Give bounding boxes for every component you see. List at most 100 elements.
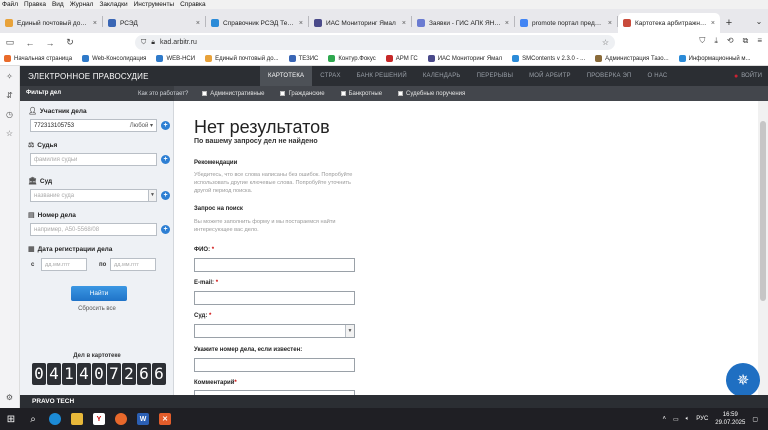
nav-strah[interactable]: СТРАХ [312, 66, 348, 86]
add-participant-button[interactable]: + [161, 121, 170, 130]
bookmark-item[interactable]: WEB-НСИ [156, 55, 195, 62]
close-tab-icon[interactable]: × [505, 20, 509, 27]
nav-pereryvy[interactable]: ПЕРЕРЫВЫ [469, 66, 522, 86]
bookmark-star-icon[interactable]: ☆ [602, 38, 609, 47]
word-icon[interactable]: W [132, 408, 154, 430]
add-court-button[interactable]: + [161, 191, 170, 200]
nav-kartoteka[interactable]: КАРТОТЕКА [260, 66, 313, 86]
browser-tab[interactable]: ИАС Мониторинг Ямал × [309, 13, 411, 33]
menu-tools[interactable]: Инструменты [134, 0, 175, 9]
close-tab-icon[interactable]: × [711, 20, 715, 27]
forward-icon[interactable]: → [44, 37, 56, 49]
bookmark-item[interactable]: ИАС Мониторинг Ямал [427, 55, 502, 62]
keyboard-language[interactable]: РУС [696, 416, 708, 422]
app-icon[interactable]: ✕ [154, 408, 176, 430]
browser-tab[interactable]: Справочник РСЭД Тезис × [206, 13, 308, 33]
firefox-icon[interactable] [110, 408, 132, 430]
file-explorer-icon[interactable] [66, 408, 88, 430]
bookmarks-icon[interactable]: ☆ [6, 129, 13, 138]
lock-icon: 🔒︎ [151, 38, 155, 46]
notifications-icon[interactable]: ▢ [752, 416, 758, 423]
browser-tab[interactable]: Единый почтовый домен × [0, 13, 102, 33]
address-bar[interactable]: ⛉ 🔒︎ kad.arbitr.ru ☆ [135, 35, 615, 50]
bookmark-item[interactable]: Администрация Тазо... [595, 55, 669, 62]
close-tab-icon[interactable]: × [608, 20, 612, 27]
date-from-input[interactable]: дд.мм.гггг [41, 258, 87, 271]
close-tab-icon[interactable]: × [402, 20, 406, 27]
tab-list-icon[interactable]: ⌄ [750, 17, 768, 26]
nav-proverka-ep[interactable]: ПРОВЕРКА ЭП [579, 66, 640, 86]
court-select[interactable]: название суда ▼ [30, 189, 157, 202]
bookmark-item[interactable]: Контур.Фокус [328, 55, 376, 62]
menu-view[interactable]: Вид [52, 0, 64, 9]
close-tab-icon[interactable]: × [93, 20, 97, 27]
settings-icon[interactable]: ⚙ [6, 393, 13, 402]
new-tab-button[interactable]: + [720, 13, 738, 33]
bookmark-item[interactable]: SMContents v 2.3.0 - ... [512, 55, 585, 62]
history-icon[interactable]: ⟲ [727, 36, 734, 46]
extensions-icon[interactable]: ⧉ [743, 36, 749, 46]
clock[interactable]: 16:59 29.07.2025 [715, 411, 745, 427]
menu-help[interactable]: Справка [180, 0, 206, 9]
nav-moy-arbitr[interactable]: МОЙ АРБИТР [521, 66, 579, 86]
emblem-eagle-icon[interactable]: ✵ [726, 363, 760, 397]
login-link[interactable]: ● ВОЙТИ [734, 73, 768, 80]
fio-input[interactable] [194, 258, 355, 272]
menu-history[interactable]: Журнал [70, 0, 94, 9]
browser-tab[interactable]: promote портал предоста × [515, 13, 617, 33]
scrollbar-thumb[interactable] [760, 121, 766, 301]
bookmark-item[interactable]: Единый почтовый до... [205, 55, 279, 62]
network-icon[interactable]: ▭ [673, 416, 679, 423]
menu-file[interactable]: Файл [2, 0, 18, 9]
participant-input[interactable]: 772313105753 Любой ▾ [30, 119, 157, 132]
bookmark-item[interactable]: ТЕЗИС [288, 55, 318, 62]
case-type-court-orders[interactable]: Судебные поручения [398, 91, 465, 97]
chevron-up-icon[interactable]: ˄ [662, 416, 666, 422]
nav-bank-resheniy[interactable]: БАНК РЕШЕНИЙ [349, 66, 415, 86]
case-type-bankruptcy[interactable]: Банкротные [340, 91, 382, 97]
close-tab-icon[interactable]: × [196, 20, 200, 27]
case-type-administrative[interactable]: Административные [202, 91, 264, 97]
page-scrollbar[interactable] [758, 101, 768, 395]
participant-role-select[interactable]: Любой ▾ [130, 122, 153, 129]
judge-input[interactable]: фамилия судьи [30, 153, 157, 166]
add-judge-button[interactable]: + [161, 155, 170, 164]
edge-icon[interactable] [44, 408, 66, 430]
history-icon[interactable]: ◷ [6, 110, 13, 119]
case-number-input[interactable]: например, А50-5568/08 [30, 223, 157, 236]
back-icon[interactable]: ← [24, 37, 36, 49]
volume-icon[interactable]: 🔈︎ [686, 416, 690, 423]
browser-tab[interactable]: Картотека арбитражных д × [618, 13, 720, 33]
case-type-civil[interactable]: Гражданские [280, 91, 325, 97]
start-icon[interactable]: ⊞ [0, 408, 22, 430]
close-tab-icon[interactable]: × [299, 20, 303, 27]
menu-edit[interactable]: Правка [24, 0, 46, 9]
find-button[interactable]: Найти [71, 286, 127, 301]
how-it-works-link[interactable]: Как это работает? [138, 91, 188, 97]
download-icon[interactable]: ⤓ [714, 36, 718, 46]
nav-o-nas[interactable]: О НАС [640, 66, 676, 86]
pocket-icon[interactable]: ⛉ [699, 36, 705, 46]
reload-icon[interactable]: ↻ [64, 37, 76, 49]
bookmark-item[interactable]: Информационный м... [678, 55, 751, 62]
site-brand[interactable]: ЭЛЕКТРОННОЕ ПРАВОСУДИЕ [20, 72, 260, 81]
nav-kalendar[interactable]: КАЛЕНДАРЬ [415, 66, 469, 86]
date-to-input[interactable]: дд.мм.гггг [110, 258, 156, 271]
court-request-select[interactable]: ▼ [194, 324, 355, 338]
add-case-number-button[interactable]: + [161, 225, 170, 234]
yandex-browser-icon[interactable]: Y [88, 408, 110, 430]
bookmark-item[interactable]: АРМ ГС [385, 55, 418, 62]
case-number-request-input[interactable] [194, 358, 355, 372]
browser-tab[interactable]: РСЭД × [103, 13, 205, 33]
reset-all-link[interactable]: Сбросить все [20, 306, 174, 312]
search-icon[interactable]: ⌕ [22, 408, 44, 430]
email-input[interactable] [194, 291, 355, 305]
sync-tabs-icon[interactable]: ⇵ [6, 91, 13, 100]
menu-icon[interactable]: ≡ [757, 36, 762, 46]
sidebar-toggle-icon[interactable]: ▭ [4, 37, 16, 49]
bookmark-item[interactable]: Web-Консолидация [82, 55, 146, 62]
browser-tab[interactable]: Заявки - ГИС АПК ЯНАО × [412, 13, 514, 33]
bookmark-item[interactable]: Начальная страница [4, 55, 72, 62]
menu-bookmarks[interactable]: Закладки [99, 0, 127, 9]
ai-chat-icon[interactable]: ✧ [6, 72, 13, 81]
